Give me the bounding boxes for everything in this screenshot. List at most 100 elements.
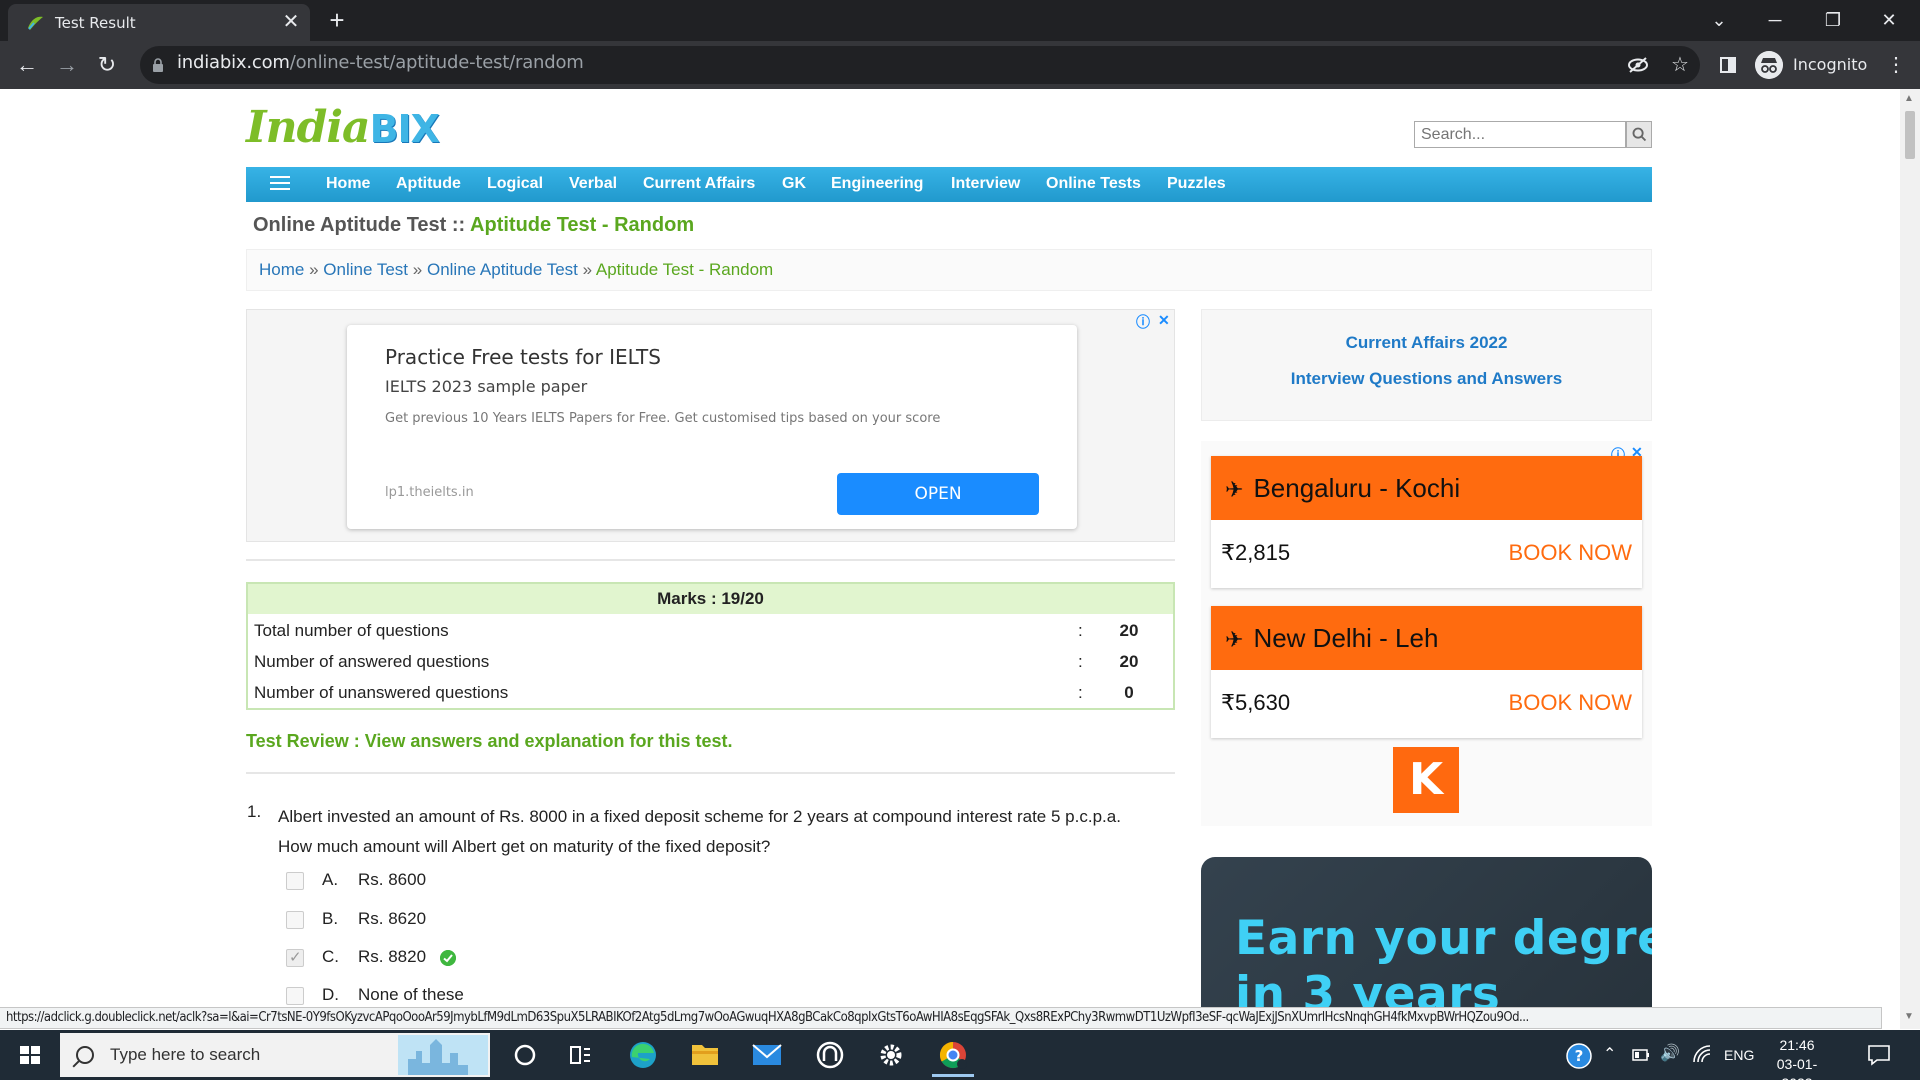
scrollbar-thumb[interactable]: [1905, 111, 1915, 159]
windows-start-icon[interactable]: [10, 1040, 50, 1070]
lock-icon: [153, 58, 163, 72]
site-search-input[interactable]: [1414, 121, 1626, 148]
windows-taskbar: Type here to search ? ⌃ 🔊 ENG 21:46 03-0…: [0, 1030, 1920, 1080]
breadcrumb-current: Aptitude Test - Random: [595, 260, 774, 279]
ad-open-button[interactable]: OPEN: [837, 473, 1039, 515]
tab-search-chevron-icon[interactable]: ⌄: [1696, 4, 1742, 36]
wifi-icon[interactable]: [1692, 1044, 1712, 1064]
marks-table: Marks : 19/20 Total number of questions …: [246, 582, 1175, 710]
edge-browser-icon[interactable]: [618, 1033, 668, 1077]
menu-item-aptitude[interactable]: Aptitude: [396, 175, 461, 193]
option-checkbox-checked[interactable]: [286, 948, 304, 967]
search-icon[interactable]: [1626, 121, 1652, 148]
side-panel-icon[interactable]: [1714, 51, 1742, 79]
forward-arrow-icon[interactable]: →: [50, 49, 84, 83]
option-checkbox[interactable]: [286, 987, 304, 1005]
ad-description: Get previous 10 Years IELTS Papers for F…: [385, 411, 941, 426]
search-highlight-illustration: [398, 1035, 488, 1075]
test-review-link[interactable]: Test Review : View answers and explanati…: [246, 731, 732, 752]
tab-close-icon[interactable]: ✕: [280, 10, 302, 34]
promo-headline-line2: in 3 years: [1235, 967, 1501, 1009]
ad-display-url: lp1.theielts.in: [385, 485, 474, 500]
url-text[interactable]: indiabix.com/online-test/aptitude-test/r…: [177, 52, 584, 73]
sidebar-link-current-affairs[interactable]: Current Affairs 2022: [1202, 333, 1651, 353]
volume-icon[interactable]: 🔊: [1660, 1043, 1680, 1063]
clock-time: 21:46: [1779, 1037, 1815, 1053]
battery-icon[interactable]: [1632, 1048, 1650, 1062]
browser-toolbar: ← → ↻ indiabix.com/online-test/aptitude-…: [0, 41, 1920, 89]
book-now-button[interactable]: BOOK NOW: [1509, 540, 1632, 566]
tab-title: Test Result: [55, 14, 136, 32]
page-title: Online Aptitude Test :: Aptitude Test - …: [253, 214, 695, 236]
menu-item-home[interactable]: Home: [326, 175, 370, 193]
indiabix-logo[interactable]: IndiaBIX: [246, 102, 440, 153]
flight-card[interactable]: ✈ Bengaluru - Kochi ₹2,815 BOOK NOW: [1211, 456, 1642, 588]
degree-promo-ad[interactable]: Earn your degree in 3 years: [1201, 857, 1652, 1009]
indiabix-favicon-icon: [28, 16, 43, 30]
scroll-up-arrow-icon[interactable]: ▲: [1904, 93, 1914, 104]
divider: [246, 559, 1175, 561]
menu-item-verbal[interactable]: Verbal: [569, 175, 617, 193]
scroll-down-arrow-icon[interactable]: ▼: [1904, 1011, 1914, 1022]
menu-item-online-tests[interactable]: Online Tests: [1046, 175, 1141, 193]
more-menu-icon[interactable]: ⋮: [1882, 51, 1910, 79]
menu-item-gk[interactable]: GK: [782, 175, 806, 193]
breadcrumb-online-aptitude-test[interactable]: Online Aptitude Test: [427, 260, 578, 279]
marks-row: Total number of questions : 20: [254, 621, 1139, 640]
new-tab-button[interactable]: +: [320, 6, 354, 36]
sidebar-link-interview-qa[interactable]: Interview Questions and Answers: [1202, 369, 1651, 389]
option-checkbox[interactable]: [286, 872, 304, 890]
breadcrumb-online-test[interactable]: Online Test: [323, 260, 408, 279]
mail-icon[interactable]: [742, 1033, 792, 1077]
incognito-label: Incognito: [1793, 55, 1868, 74]
help-icon[interactable]: ?: [1565, 1042, 1593, 1070]
page-scrollbar[interactable]: ▲ ▼: [1900, 89, 1920, 1029]
hamburger-menu-icon[interactable]: [270, 176, 290, 192]
flight-card[interactable]: ✈ New Delhi - Leh ₹5,630 BOOK NOW: [1211, 606, 1642, 738]
eye-off-icon[interactable]: [1624, 51, 1652, 79]
restore-button[interactable]: ❐: [1810, 4, 1856, 36]
option-checkbox[interactable]: [286, 911, 304, 929]
kayak-logo[interactable]: K: [1393, 747, 1459, 813]
marks-header: Marks : 19/20: [248, 584, 1173, 614]
file-explorer-icon[interactable]: [680, 1033, 730, 1077]
breadcrumb-separator: »: [582, 260, 593, 279]
ad-close-icon[interactable]: ✕: [1158, 312, 1170, 329]
settings-gear-icon[interactable]: [866, 1033, 916, 1077]
minimize-button[interactable]: ─: [1752, 4, 1798, 36]
app-icon[interactable]: [805, 1033, 855, 1077]
menu-item-puzzles[interactable]: Puzzles: [1167, 175, 1226, 193]
notification-icon[interactable]: [1866, 1042, 1892, 1068]
book-now-button[interactable]: BOOK NOW: [1509, 690, 1632, 716]
sidebar-links: Current Affairs 2022 Interview Questions…: [1201, 309, 1652, 421]
browser-tab[interactable]: Test Result ✕: [8, 4, 310, 41]
bookmark-star-icon[interactable]: ☆: [1666, 51, 1694, 79]
svg-text:?: ?: [1575, 1047, 1584, 1065]
incognito-profile[interactable]: Incognito: [1755, 49, 1875, 81]
ad-title[interactable]: Practice Free tests for IELTS: [385, 345, 661, 369]
flight-route: ✈ New Delhi - Leh: [1211, 606, 1642, 670]
divider: [246, 772, 1175, 774]
cortana-icon[interactable]: [500, 1033, 550, 1077]
menu-item-logical[interactable]: Logical: [487, 175, 543, 193]
language-indicator[interactable]: ENG: [1724, 1047, 1754, 1063]
question-number: 1.: [247, 802, 262, 821]
back-arrow-icon[interactable]: ←: [10, 49, 44, 83]
marks-row: Number of answered questions : 20: [254, 652, 1139, 671]
correct-check-icon: [440, 950, 456, 966]
ielts-ad: Practice Free tests for IELTS IELTS 2023…: [246, 309, 1175, 542]
menu-item-engineering[interactable]: Engineering: [831, 175, 923, 193]
menu-item-current-affairs[interactable]: Current Affairs: [643, 175, 755, 193]
clock-date: 03-01-2023: [1776, 1056, 1818, 1080]
taskbar-clock[interactable]: 21:46 03-01-2023: [1762, 1036, 1832, 1080]
breadcrumb-home[interactable]: Home: [259, 260, 304, 279]
reload-icon[interactable]: ↻: [90, 49, 124, 83]
close-window-button[interactable]: ✕: [1866, 4, 1912, 36]
menu-item-interview[interactable]: Interview: [951, 175, 1020, 193]
chevron-up-icon[interactable]: ⌃: [1603, 1044, 1616, 1064]
task-view-icon[interactable]: [555, 1033, 605, 1077]
chrome-active-indicator: [928, 1033, 978, 1077]
ad-info-icon[interactable]: ⓘ: [1136, 312, 1150, 332]
taskbar-search-input[interactable]: Type here to search: [60, 1033, 490, 1077]
ielts-ad-card[interactable]: Practice Free tests for IELTS IELTS 2023…: [347, 325, 1077, 529]
